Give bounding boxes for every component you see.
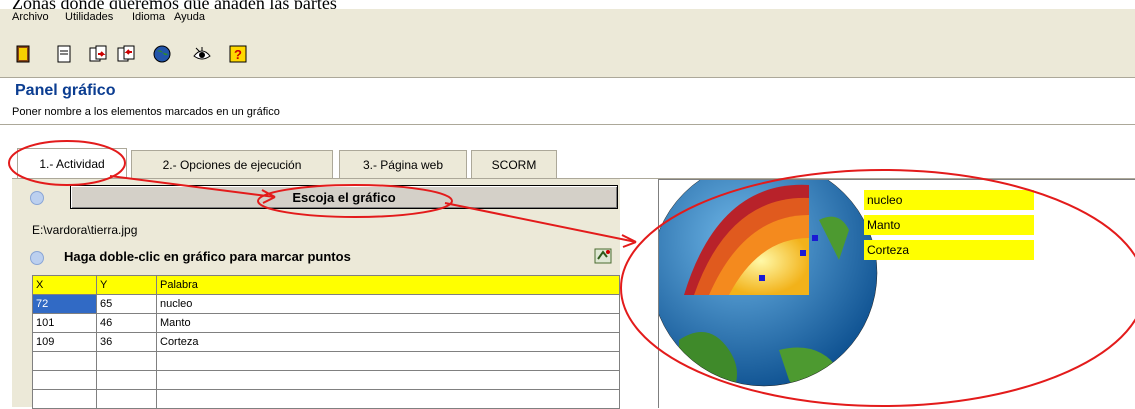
arrow-button-to-image	[444, 202, 637, 243]
annotation-overlay	[8, 140, 1135, 407]
button-highlight-ellipse	[257, 184, 453, 218]
tab-highlight-ellipse	[8, 140, 126, 186]
arrow-tab-to-button	[109, 175, 276, 198]
image-highlight-ellipse	[620, 169, 1135, 407]
